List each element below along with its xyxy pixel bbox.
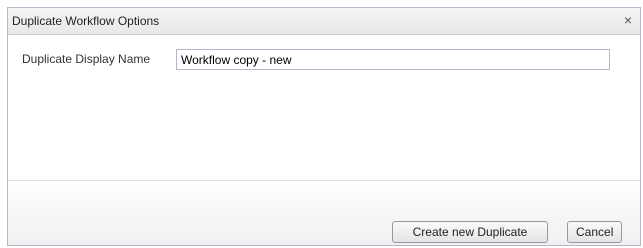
duplicate-workflow-dialog: Duplicate Workflow Options × Duplicate D… [7,7,641,246]
dialog-body: Duplicate Display Name [8,35,640,180]
close-icon[interactable]: × [620,11,636,29]
display-name-input[interactable] [176,49,610,70]
dialog-footer: Create new Duplicate Cancel [8,180,640,245]
cancel-button[interactable]: Cancel [567,221,622,243]
display-name-label: Duplicate Display Name [22,52,151,66]
create-duplicate-button[interactable]: Create new Duplicate [392,221,548,243]
dialog-title: Duplicate Workflow Options [12,14,160,28]
dialog-titlebar[interactable]: Duplicate Workflow Options × [8,8,640,35]
